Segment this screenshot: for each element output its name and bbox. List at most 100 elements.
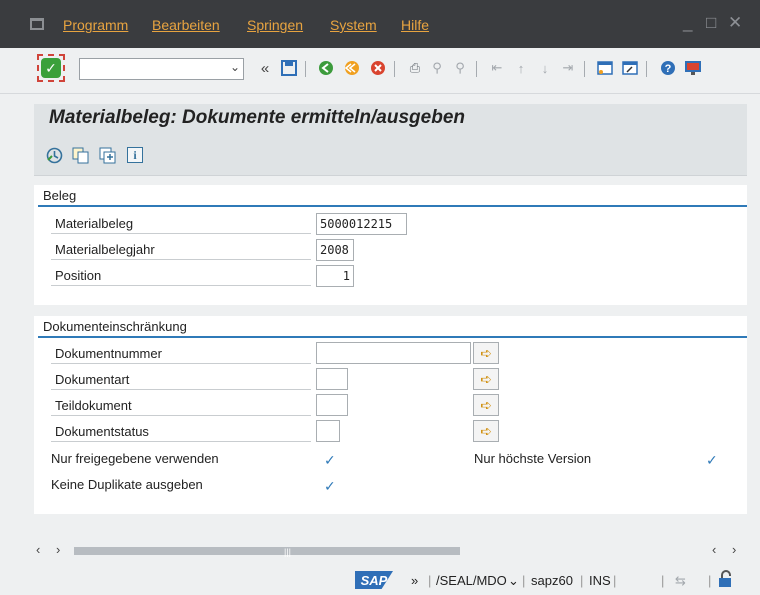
menu-programm[interactable]: Programm (63, 17, 128, 33)
group-divider (38, 205, 747, 207)
input-materialbelegjahr[interactable]: 2008 (316, 239, 354, 261)
status-bar: SAP » | /SEAL/MDO ⌄ | sapz60 | INS | | ⇆… (0, 567, 760, 595)
checkbox-keine-duplikate[interactable]: ✓ (324, 479, 338, 493)
menu-springen[interactable]: Springen (247, 17, 303, 33)
input-dokumentnummer[interactable] (316, 342, 471, 364)
command-input[interactable] (80, 59, 220, 79)
grip-icon: ||| (284, 547, 292, 557)
menu-bearbeiten[interactable]: Bearbeiten (152, 17, 220, 33)
label-dokumentstatus: Dokumentstatus (51, 422, 311, 442)
group-divider (38, 336, 747, 338)
minimize-button[interactable]: _ (683, 13, 692, 33)
toolbar-separator (584, 61, 585, 77)
status-expand-icon[interactable]: » (411, 573, 418, 588)
menu-hilfe[interactable]: Hilfe (401, 17, 429, 33)
lock-icon[interactable] (717, 570, 735, 591)
menu-bar: Programm Bearbeiten Springen System Hilf… (0, 0, 760, 48)
copy-variant-icon[interactable] (72, 147, 90, 167)
standard-toolbar: ✓ ⌄ « ⎙ ⚲ ⚲ ⇤ ↑ ↓ ⇥ ? (0, 48, 760, 94)
last-page-icon[interactable]: ⇥ (559, 59, 577, 77)
page-title: Materialbeleg: Dokumente ermitteln/ausge… (49, 107, 465, 128)
toolbar-separator (394, 61, 395, 77)
shortcut-icon[interactable] (621, 59, 639, 77)
group-dokumenteinschraenkung: Dokumenteinschränkung Dokumentnummer ➪ D… (34, 316, 747, 514)
connection-icon[interactable]: ⇆ (675, 573, 686, 589)
toolbar-separator (476, 61, 477, 77)
new-session-icon[interactable] (596, 59, 614, 77)
application-toolbar: i (34, 134, 747, 176)
input-dokumentart[interactable] (316, 368, 348, 390)
command-field[interactable]: ⌄ (79, 58, 244, 80)
status-separator: | (428, 573, 432, 588)
value-help-icon: ➪ (480, 344, 492, 361)
svg-text:?: ? (665, 63, 672, 75)
system-menu-icon[interactable] (30, 18, 44, 30)
toolbar-separator (305, 61, 306, 77)
status-separator: | (522, 573, 526, 588)
status-system[interactable]: /SEAL/MDO (436, 573, 507, 588)
status-separator: | (708, 573, 712, 588)
save-icon[interactable] (280, 59, 298, 77)
close-button[interactable]: ✕ (728, 13, 742, 33)
exit-icon[interactable] (343, 59, 361, 77)
input-position[interactable]: 1 (316, 265, 354, 287)
label-nur-freigegebene: Nur freigegebene verwenden (51, 451, 219, 466)
menu-system[interactable]: System (330, 17, 377, 33)
group-title-dokumenteinschraenkung: Dokumenteinschränkung (43, 319, 187, 334)
print-icon[interactable]: ⎙ (406, 59, 424, 77)
execute-icon[interactable] (46, 147, 63, 167)
label-materialbelegjahr: Materialbelegjahr (51, 240, 311, 260)
maximize-button[interactable]: □ (706, 13, 716, 33)
customize-layout-icon[interactable] (684, 59, 702, 77)
help-icon[interactable]: ? (659, 59, 677, 77)
chevron-down-icon[interactable]: ⌄ (508, 573, 519, 589)
collapse-command-icon[interactable]: « (256, 59, 274, 77)
save-variant-icon[interactable] (99, 147, 117, 167)
previous-page-icon[interactable]: ↑ (512, 59, 530, 77)
scroll-right-end-icon[interactable]: › (732, 542, 736, 557)
input-materialbeleg[interactable]: 5000012215 (316, 213, 407, 235)
status-separator: | (580, 573, 584, 588)
chevron-down-icon[interactable]: ⌄ (230, 60, 240, 74)
value-help-button-dokumentstatus[interactable]: ➪ (473, 420, 499, 442)
label-dokumentnummer: Dokumentnummer (51, 344, 311, 364)
checkbox-nur-freigegebene[interactable]: ✓ (324, 453, 338, 467)
value-help-icon: ➪ (480, 422, 492, 439)
input-teildokument[interactable] (316, 394, 348, 416)
status-server: sapz60 (531, 573, 573, 588)
sap-logo: SAP (355, 571, 393, 589)
find-next-icon[interactable]: ⚲ (451, 59, 469, 77)
cancel-icon[interactable] (369, 59, 387, 77)
enter-button[interactable]: ✓ (37, 54, 65, 82)
label-nur-hoechste-version: Nur höchste Version (474, 451, 592, 466)
value-help-icon: ➪ (480, 396, 492, 413)
checkmark-icon: ✓ (41, 58, 61, 78)
scroll-left-end-icon[interactable]: ‹ (712, 542, 716, 557)
next-page-icon[interactable]: ↓ (536, 59, 554, 77)
scroll-left-icon[interactable]: ‹ (36, 542, 40, 557)
input-dokumentstatus[interactable] (316, 420, 340, 442)
value-help-icon: ➪ (480, 370, 492, 387)
value-help-button-teildokument[interactable]: ➪ (473, 394, 499, 416)
info-icon[interactable]: i (127, 147, 143, 163)
label-teildokument: Teildokument (51, 396, 311, 416)
status-separator: | (613, 573, 617, 588)
value-help-button-dokumentart[interactable]: ➪ (473, 368, 499, 390)
label-dokumentart: Dokumentart (51, 370, 311, 390)
scroll-right-icon[interactable]: › (56, 542, 60, 557)
checkbox-nur-hoechste-version[interactable]: ✓ (706, 453, 720, 467)
status-separator: | (661, 573, 665, 588)
scrollbar-thumb[interactable]: ||| (74, 547, 460, 557)
label-keine-duplikate: Keine Duplikate ausgeben (51, 477, 203, 492)
value-help-button-dokumentnummer[interactable]: ➪ (473, 342, 499, 364)
back-icon[interactable] (317, 59, 335, 77)
find-icon[interactable]: ⚲ (428, 59, 446, 77)
group-beleg: Beleg Materialbeleg 5000012215 Materialb… (34, 185, 747, 305)
label-position: Position (51, 266, 311, 286)
first-page-icon[interactable]: ⇤ (488, 59, 506, 77)
screen-title-area: Materialbeleg: Dokumente ermitteln/ausge… (34, 104, 747, 134)
status-mode[interactable]: INS (589, 573, 611, 588)
toolbar-separator (646, 61, 647, 77)
group-title-beleg: Beleg (43, 188, 77, 203)
horizontal-scrollbar[interactable]: ‹ › ||| ‹ › (34, 542, 747, 558)
